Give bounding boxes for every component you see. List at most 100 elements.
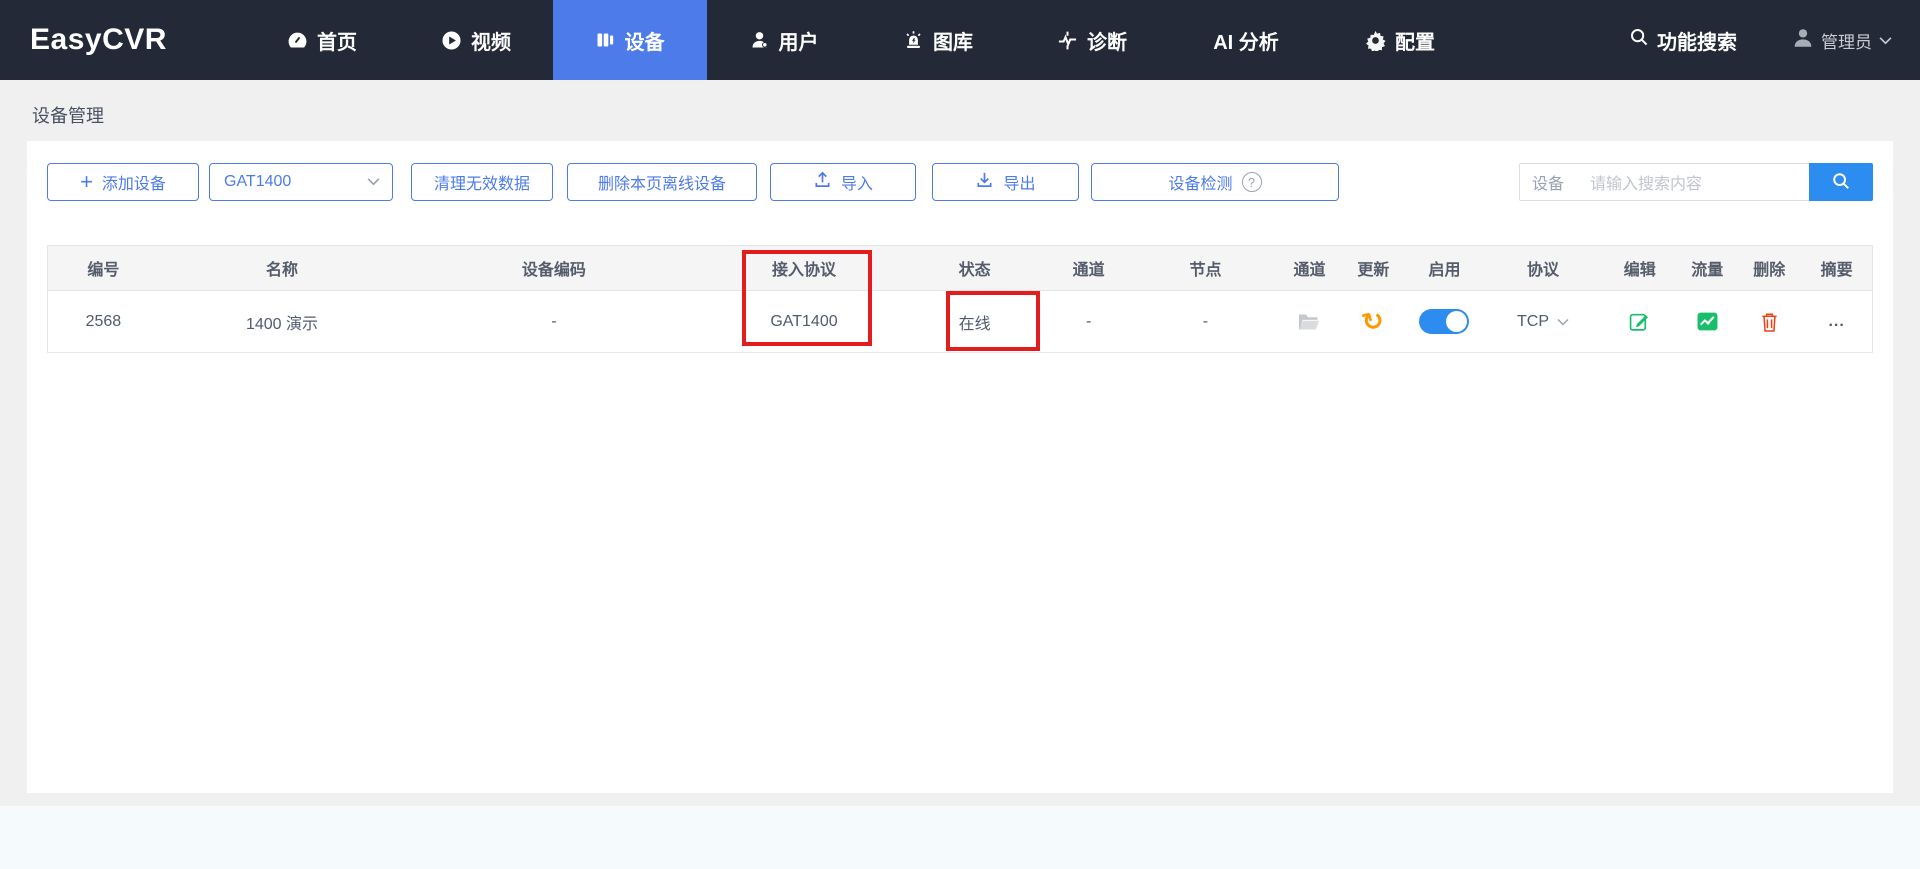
col-header-status: 状态 bbox=[905, 245, 1044, 291]
col-header-name: 名称 bbox=[158, 245, 406, 291]
toggle-knob bbox=[1446, 311, 1468, 332]
enable-toggle[interactable] bbox=[1419, 309, 1470, 334]
cell-channel-folder bbox=[1277, 290, 1342, 353]
nav-items: 首页 视频 设备 用户 图库 诊断 AI 分析 配置 bbox=[245, 0, 1477, 80]
gear-icon bbox=[1365, 30, 1386, 51]
nav-item-user[interactable]: 用户 bbox=[707, 0, 861, 80]
device-search-group: 设备 请输入搜索内容 bbox=[1519, 163, 1873, 201]
refresh-icon[interactable]: ↻ bbox=[1359, 304, 1388, 339]
cell-traffic bbox=[1677, 290, 1738, 353]
device-management-card: + 添加设备 GAT1400 清理无效数据 删除本页离线设备 导入 导出 设备检… bbox=[27, 141, 1893, 793]
col-header-node: 节点 bbox=[1133, 245, 1278, 291]
device-search-input[interactable]: 设备 请输入搜索内容 bbox=[1519, 163, 1809, 201]
cell-device-code: - bbox=[405, 290, 703, 353]
chevron-down-icon bbox=[1879, 30, 1892, 50]
avatar-icon bbox=[1792, 27, 1814, 54]
cell-name: 1400 演示 bbox=[158, 290, 406, 353]
nav-item-label: 诊断 bbox=[1087, 31, 1127, 54]
user-menu[interactable]: 管理员 bbox=[1792, 27, 1892, 54]
nav-item-video[interactable]: 视频 bbox=[399, 0, 553, 80]
annotation-box-status bbox=[946, 291, 1040, 351]
delete-offline-label: 删除本页离线设备 bbox=[597, 176, 726, 193]
cell-id: 2568 bbox=[47, 290, 159, 353]
cell-summary: ... bbox=[1801, 290, 1873, 353]
clean-invalid-label: 清理无效数据 bbox=[433, 176, 530, 193]
top-navigation: EasyCVR 首页 视频 设备 用户 图库 诊断 AI 分析 配置 功能搜索 … bbox=[0, 0, 1920, 80]
chevron-down-icon bbox=[1557, 313, 1569, 331]
nav-item-label: 图库 bbox=[933, 31, 973, 54]
col-header-channel: 通道 bbox=[1043, 245, 1134, 291]
alarm-beacon-icon bbox=[903, 30, 924, 51]
col-header-enable: 启用 bbox=[1405, 245, 1484, 291]
traffic-chart-icon[interactable] bbox=[1697, 312, 1718, 331]
nav-item-config[interactable]: 配置 bbox=[1323, 0, 1477, 80]
nav-item-label: 视频 bbox=[471, 31, 511, 54]
dashboard-icon bbox=[287, 30, 308, 51]
export-label: 导出 bbox=[1003, 176, 1036, 193]
col-header-delete: 删除 bbox=[1737, 245, 1802, 291]
search-button[interactable] bbox=[1809, 163, 1873, 201]
nav-item-device[interactable]: 设备 bbox=[553, 0, 707, 80]
nav-right-area: 功能搜索 管理员 bbox=[1629, 0, 1920, 80]
col-header-summary: 摘要 bbox=[1801, 245, 1873, 291]
nav-item-gallery[interactable]: 图库 bbox=[861, 0, 1015, 80]
breadcrumb: 设备管理 bbox=[32, 106, 104, 126]
cell-edit bbox=[1602, 290, 1678, 353]
cell-protocol: TCP bbox=[1483, 290, 1603, 353]
app-logo: EasyCVR bbox=[30, 23, 167, 56]
search-prefix-label: 设备 bbox=[1532, 176, 1565, 193]
toolbar: + 添加设备 GAT1400 清理无效数据 删除本页离线设备 导入 导出 设备检… bbox=[47, 163, 1873, 201]
add-device-button[interactable]: + 添加设备 bbox=[47, 163, 199, 201]
col-header-device-code: 设备编码 bbox=[405, 245, 703, 291]
col-header-edit: 编辑 bbox=[1602, 245, 1678, 291]
folder-icon[interactable] bbox=[1297, 312, 1321, 332]
export-button[interactable]: 导出 bbox=[932, 163, 1079, 201]
stream-protocol-select[interactable]: TCP bbox=[1517, 313, 1569, 331]
cell-node: - bbox=[1133, 290, 1278, 353]
device-check-button[interactable]: 设备检测 ? bbox=[1091, 163, 1339, 201]
device-icon bbox=[596, 30, 616, 50]
cell-delete bbox=[1737, 290, 1802, 353]
summary-ellipsis[interactable]: ... bbox=[1828, 313, 1844, 330]
cell-update: ↻ bbox=[1341, 290, 1406, 353]
add-device-label: 添加设备 bbox=[101, 176, 166, 193]
function-search-label: 功能搜索 bbox=[1657, 31, 1737, 54]
user-icon bbox=[750, 30, 770, 50]
search-icon bbox=[1831, 171, 1851, 194]
table-header-row: 编号 名称 设备编码 接入协议 状态 通道 节点 通道 更新 启用 协议 编辑 … bbox=[47, 245, 1873, 291]
protocol-filter-select[interactable]: GAT1400 bbox=[209, 163, 393, 201]
stream-protocol-value: TCP bbox=[1517, 312, 1550, 330]
search-icon bbox=[1629, 27, 1649, 53]
col-header-protocol: 协议 bbox=[1483, 245, 1603, 291]
cell-enable bbox=[1405, 290, 1484, 353]
col-header-id: 编号 bbox=[47, 245, 159, 291]
user-name-label: 管理员 bbox=[1821, 32, 1872, 52]
help-icon: ? bbox=[1241, 172, 1262, 192]
breadcrumb-bar: 设备管理 bbox=[0, 80, 1920, 128]
nav-item-home[interactable]: 首页 bbox=[245, 0, 399, 80]
nav-item-label: 配置 bbox=[1395, 31, 1435, 54]
annotation-box-access-protocol bbox=[742, 250, 872, 346]
chevron-down-icon bbox=[367, 173, 380, 191]
bottom-strip bbox=[0, 806, 1920, 869]
download-icon bbox=[975, 170, 994, 194]
import-button[interactable]: 导入 bbox=[770, 163, 916, 201]
search-placeholder-text: 请输入搜索内容 bbox=[1590, 176, 1703, 193]
nav-item-label: 设备 bbox=[624, 31, 665, 54]
nav-item-label: 用户 bbox=[778, 31, 819, 54]
col-header-update: 更新 bbox=[1341, 245, 1406, 291]
plus-icon: + bbox=[80, 169, 93, 194]
nav-item-label: 首页 bbox=[317, 31, 357, 54]
trash-icon[interactable] bbox=[1760, 311, 1779, 333]
import-label: 导入 bbox=[840, 176, 873, 193]
cell-channel: - bbox=[1043, 290, 1134, 353]
col-header-channel-folder: 通道 bbox=[1277, 245, 1342, 291]
edit-icon[interactable] bbox=[1629, 311, 1650, 332]
nav-item-diagnosis[interactable]: 诊断 bbox=[1015, 0, 1169, 80]
nav-item-ai-analysis[interactable]: AI 分析 bbox=[1169, 0, 1323, 80]
function-search[interactable]: 功能搜索 bbox=[1629, 26, 1737, 55]
nav-item-label: AI 分析 bbox=[1213, 31, 1279, 54]
delete-offline-button[interactable]: 删除本页离线设备 bbox=[567, 163, 757, 201]
col-header-traffic: 流量 bbox=[1677, 245, 1738, 291]
clean-invalid-button[interactable]: 清理无效数据 bbox=[411, 163, 553, 201]
